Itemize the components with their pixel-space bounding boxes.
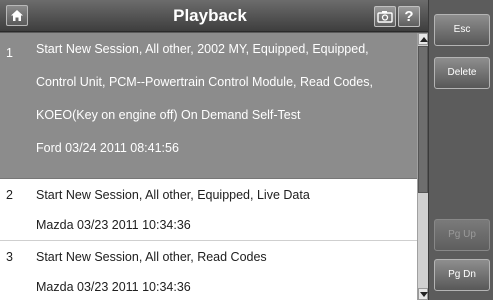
camera-button[interactable] [374,6,396,27]
list-item[interactable]: 1 Start New Session, All other, 2002 MY,… [0,33,417,179]
scroll-down-button[interactable] [418,288,428,300]
session-list: 1 Start New Session, All other, 2002 MY,… [0,33,417,300]
item-number: 3 [6,250,13,264]
item-line: Start New Session, All other, Equipped, … [36,188,310,202]
scrollbar[interactable] [417,33,428,300]
page-up-button[interactable]: Pg Up [434,219,490,251]
title-bar: Playback ? [0,0,428,32]
list-item[interactable]: 3 Start New Session, All other, Read Cod… [0,241,417,300]
home-icon [11,10,23,21]
help-button[interactable]: ? [398,6,420,27]
item-number: 2 [6,188,13,202]
page-down-button[interactable]: Pg Dn [434,259,490,291]
home-button[interactable] [6,5,28,26]
scroll-up-button[interactable] [418,33,428,45]
item-line: KOEO(Key on engine off) On Demand Self-T… [36,108,301,122]
list-item[interactable]: 2 Start New Session, All other, Equipped… [0,179,417,241]
scroll-thumb[interactable] [418,46,428,193]
item-line: Mazda 03/23 2011 10:34:36 [36,218,191,232]
item-line: Control Unit, PCM--Powertrain Control Mo… [36,75,373,89]
item-line: Mazda 03/23 2011 10:34:36 [36,280,191,294]
item-line: Start New Session, All other, Read Codes [36,250,267,264]
page-title: Playback [173,6,247,25]
arrow-down-icon [420,292,428,297]
camera-icon [377,11,393,23]
item-number: 1 [6,46,13,60]
item-line: Start New Session, All other, 2002 MY, E… [36,42,369,56]
arrow-up-icon [420,37,428,42]
side-panel: Esc Delete Pg Up Pg Dn [428,0,493,300]
esc-button[interactable]: Esc [434,14,490,46]
item-line: Ford 03/24 2011 08:41:56 [36,141,179,155]
delete-button[interactable]: Delete [434,57,490,89]
